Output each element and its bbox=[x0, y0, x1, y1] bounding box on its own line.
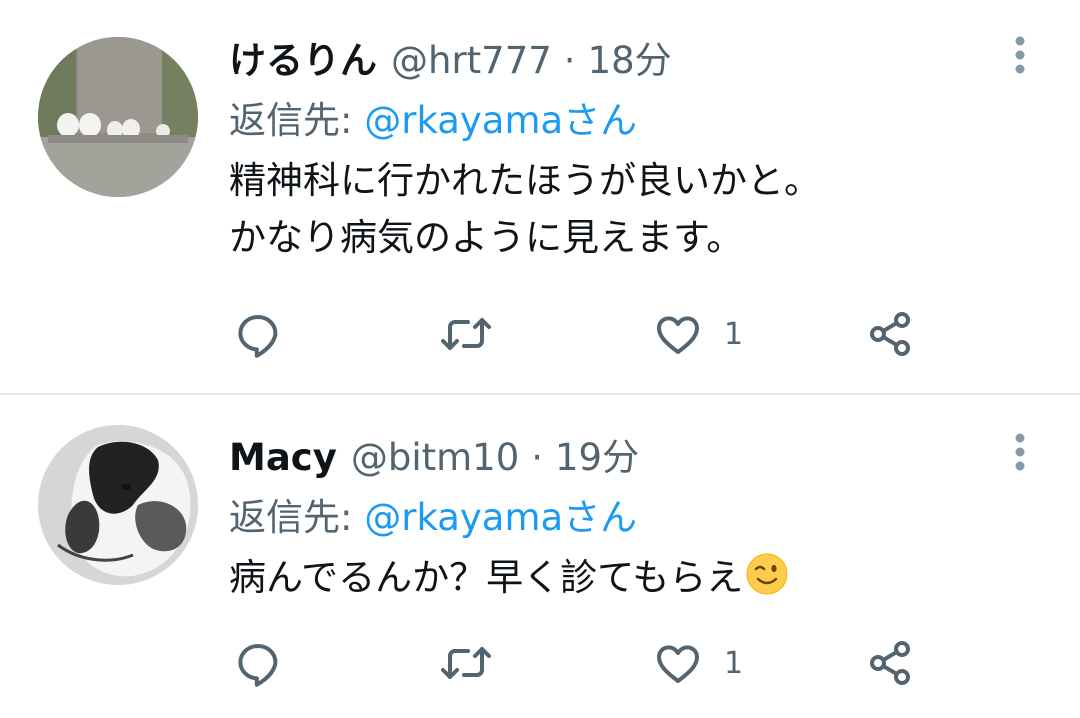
display-name[interactable]: けるりん bbox=[229, 30, 377, 84]
tweet-text-content: 病んでるんか？早く診てもらえ bbox=[229, 556, 744, 599]
retweet-icon bbox=[441, 647, 491, 679]
reply-to-label: 返信先: bbox=[229, 496, 365, 539]
reply-icon bbox=[238, 315, 278, 358]
more-vertical-icon[interactable] bbox=[1008, 429, 1032, 489]
action-bar: 1 bbox=[234, 633, 934, 693]
like-icon bbox=[657, 316, 699, 354]
user-handle[interactable]: @hrt777 bbox=[391, 39, 552, 82]
action-bar: 1 bbox=[234, 304, 934, 364]
tweet-content: けるりん @hrt777 · 18分 返信先: @rkayamaさん 精神科に行… bbox=[229, 30, 1010, 266]
tweet-text-line: 病んでるんか？早く診てもらえ bbox=[229, 549, 1010, 606]
tweet-header: けるりん @hrt777 · 18分 bbox=[229, 30, 1010, 90]
tweet-text-line: 精神科に行かれたほうが良いかと。 bbox=[229, 159, 821, 202]
reply-button[interactable] bbox=[234, 304, 282, 364]
reply-icon bbox=[238, 644, 278, 687]
like-count: 1 bbox=[724, 645, 744, 681]
display-name[interactable]: Macy bbox=[229, 436, 337, 479]
reply-button[interactable] bbox=[234, 633, 282, 693]
like-icon bbox=[657, 645, 699, 683]
separator-dot: · bbox=[563, 39, 576, 82]
winking-face-icon bbox=[745, 552, 789, 596]
retweet-icon bbox=[441, 318, 491, 350]
more-vertical-icon[interactable] bbox=[1008, 32, 1032, 92]
tweet-text-line: かなり病気のように見えます。 bbox=[229, 216, 744, 259]
avatar[interactable] bbox=[38, 37, 198, 197]
timestamp[interactable]: 19分 bbox=[555, 427, 639, 481]
share-button[interactable] bbox=[866, 304, 914, 364]
like-button[interactable]: 1 bbox=[654, 304, 743, 364]
tweet[interactable]: Macy @bitm10 · 19分 返信先: @rkayamaさん 病んでるん… bbox=[0, 395, 1080, 718]
reply-mention-link[interactable]: @rkayamaさん bbox=[364, 496, 637, 539]
like-count: 1 bbox=[724, 316, 744, 352]
reply-to-line: 返信先: @rkayamaさん bbox=[229, 487, 1010, 549]
reply-to-line: 返信先: @rkayamaさん bbox=[229, 90, 1010, 152]
tweet-text: 病んでるんか？早く診てもらえ bbox=[229, 549, 1010, 606]
like-button[interactable]: 1 bbox=[654, 633, 743, 693]
retweet-button[interactable] bbox=[440, 304, 492, 364]
separator-dot: · bbox=[531, 436, 544, 479]
reply-to-label: 返信先: bbox=[229, 99, 365, 142]
share-button[interactable] bbox=[866, 633, 914, 693]
retweet-button[interactable] bbox=[440, 633, 492, 693]
avatar[interactable] bbox=[38, 425, 198, 585]
share-icon bbox=[870, 641, 910, 685]
timestamp[interactable]: 18分 bbox=[588, 30, 672, 84]
tweet[interactable]: けるりん @hrt777 · 18分 返信先: @rkayamaさん 精神科に行… bbox=[0, 0, 1080, 395]
tweet-text: 精神科に行かれたほうが良いかと。 かなり病気のように見えます。 bbox=[229, 152, 1010, 266]
tweet-header: Macy @bitm10 · 19分 bbox=[229, 427, 1010, 487]
user-handle[interactable]: @bitm10 bbox=[351, 436, 519, 479]
tweet-content: Macy @bitm10 · 19分 返信先: @rkayamaさん 病んでるん… bbox=[229, 427, 1010, 606]
reply-mention-link[interactable]: @rkayamaさん bbox=[364, 99, 637, 142]
share-icon bbox=[870, 312, 910, 356]
